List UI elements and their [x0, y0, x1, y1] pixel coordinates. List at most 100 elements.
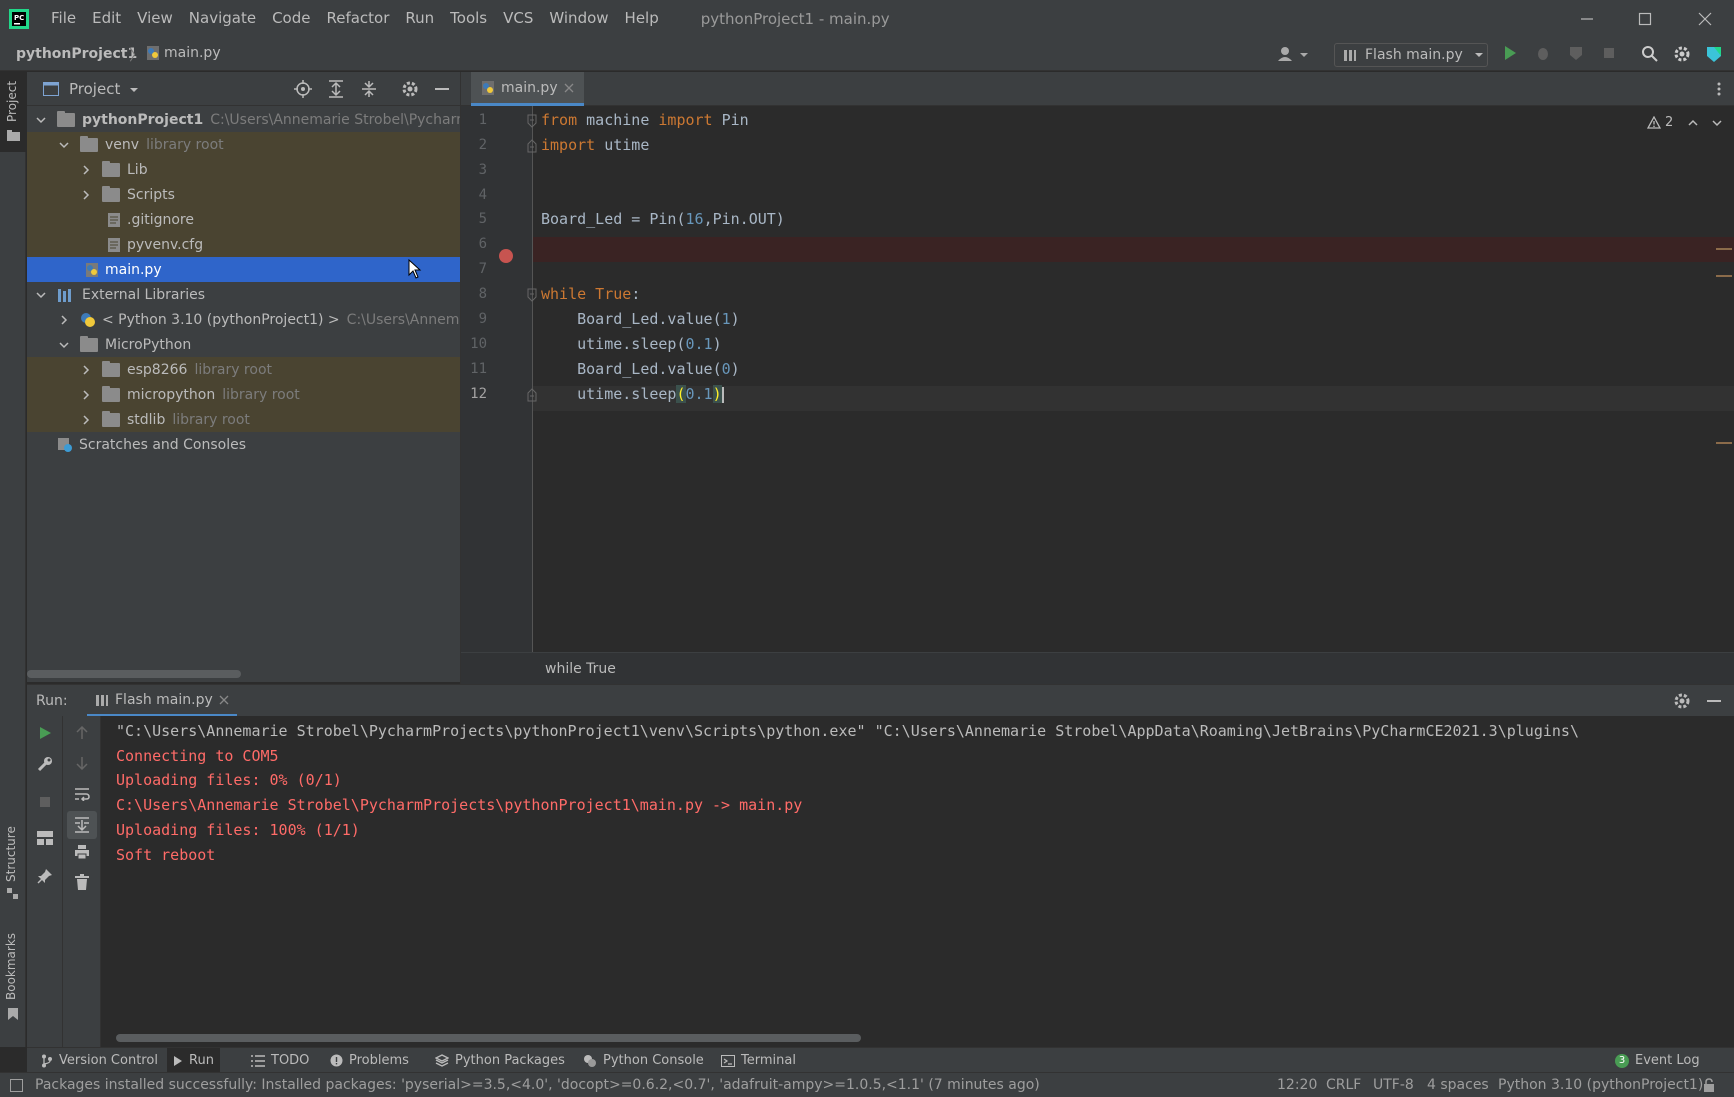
breadcrumb-project[interactable]: pythonProject1 [16, 46, 137, 62]
terminal-tool-button[interactable]: Terminal [715, 1048, 802, 1073]
menu-tools[interactable]: Tools [442, 0, 495, 37]
tree-item-scripts[interactable]: Scripts [27, 182, 460, 207]
error-stripe-mark[interactable] [1716, 248, 1732, 250]
menu-navigate[interactable]: Navigate [181, 0, 264, 37]
expand-all-icon[interactable] [327, 80, 345, 98]
close-icon[interactable] [564, 83, 574, 93]
project-horizontal-scrollbar[interactable] [27, 670, 241, 678]
gear-icon[interactable] [401, 80, 419, 98]
layout-button[interactable] [35, 828, 55, 848]
debug-button[interactable] [1535, 45, 1551, 61]
indent-setting[interactable]: 4 spaces [1427, 1077, 1489, 1093]
tree-item-pyvenv-cfg[interactable]: pyvenv.cfg [27, 232, 460, 257]
code-editor[interactable]: 1 2 3 4 5 6 7 8 9 10 11 12 from machine … [461, 106, 1734, 652]
print-button[interactable] [72, 842, 92, 862]
inspection-widget[interactable]: 2 [1647, 115, 1723, 130]
locate-file-icon[interactable] [294, 80, 312, 98]
caret-position[interactable]: 12:20 [1277, 1077, 1317, 1093]
editor-gutter[interactable]: 1 2 3 4 5 6 7 8 9 10 11 12 [461, 106, 537, 652]
console-horizontal-scrollbar[interactable] [116, 1034, 861, 1042]
tree-item-python-sdk[interactable]: < Python 3.10 (pythonProject1) > C:\User… [27, 307, 460, 332]
coverage-button[interactable] [1568, 45, 1584, 61]
menu-file[interactable]: File [43, 0, 84, 37]
version-control-tool-button[interactable]: Version Control [35, 1048, 164, 1073]
chevron-right-icon[interactable] [80, 414, 92, 426]
chevron-right-icon[interactable] [80, 189, 92, 201]
close-icon[interactable] [219, 695, 229, 705]
run-tab-flash-main[interactable]: Flash main.py [87, 685, 237, 717]
run-console-output[interactable]: "C:\Users\Annemarie Strobel\PycharmProje… [101, 716, 1734, 1047]
chevron-up-icon[interactable] [1687, 117, 1699, 129]
menu-help[interactable]: Help [617, 0, 667, 37]
tree-item-stdlib[interactable]: stdlib library root [27, 407, 460, 432]
lock-icon[interactable] [1702, 1078, 1716, 1092]
close-window-button[interactable] [1676, 0, 1734, 37]
maximize-button[interactable] [1616, 0, 1674, 37]
previous-occurrence-button[interactable] [72, 723, 92, 743]
tab-main-py[interactable]: main.py [471, 72, 584, 106]
structure-tool-button[interactable]: Structure [0, 826, 26, 902]
hide-panel-icon[interactable] [1706, 692, 1722, 710]
next-occurrence-button[interactable] [72, 753, 92, 773]
vcs-user-button[interactable] [1276, 46, 1310, 62]
tree-item-venv[interactable]: venv library root [27, 132, 460, 157]
status-message[interactable]: Packages installed successfully: Install… [35, 1077, 1040, 1093]
fold-marker-icon[interactable] [527, 288, 537, 302]
breadcrumb-while-true[interactable]: while True [545, 661, 616, 677]
run-tool-button[interactable]: Run [167, 1048, 220, 1073]
menu-run[interactable]: Run [397, 0, 442, 37]
line-separator[interactable]: CRLF [1326, 1077, 1361, 1093]
stop-button[interactable] [1601, 45, 1617, 61]
stop-button[interactable] [35, 792, 55, 812]
tree-item-main-py[interactable]: main.py [27, 257, 460, 282]
chevron-down-icon[interactable] [58, 139, 70, 151]
chevron-down-icon[interactable] [35, 289, 47, 301]
chevron-right-icon[interactable] [58, 314, 70, 326]
todo-tool-button[interactable]: TODO [245, 1048, 315, 1073]
menu-refactor[interactable]: Refactor [318, 0, 397, 37]
scroll-to-end-button[interactable] [67, 811, 97, 839]
fold-marker-icon[interactable] [527, 114, 537, 128]
chevron-down-icon[interactable] [58, 339, 70, 351]
chevron-down-icon[interactable] [1711, 117, 1723, 129]
toggle-tool-windows-icon[interactable] [10, 1079, 23, 1092]
edit-config-button[interactable] [35, 754, 55, 774]
menu-code[interactable]: Code [264, 0, 318, 37]
rerun-button[interactable] [35, 723, 55, 743]
python-interpreter[interactable]: Python 3.10 (pythonProject1) [1498, 1077, 1703, 1093]
menu-window[interactable]: Window [541, 0, 616, 37]
menu-view[interactable]: View [129, 0, 181, 37]
tree-item-micropython-lib[interactable]: micropython library root [27, 382, 460, 407]
updates-button[interactable] [1705, 45, 1723, 63]
tree-item-external-libraries[interactable]: External Libraries [27, 282, 460, 307]
file-encoding[interactable]: UTF-8 [1373, 1077, 1414, 1093]
tree-item-gitignore[interactable]: .gitignore [27, 207, 460, 232]
error-stripe-mark[interactable] [1716, 275, 1732, 277]
chevron-down-icon[interactable] [35, 114, 47, 126]
event-log-tool-button[interactable]: 3 Event Log [1609, 1048, 1706, 1073]
minimize-button[interactable] [1558, 0, 1616, 37]
tree-item-esp8266[interactable]: esp8266 library root [27, 357, 460, 382]
chevron-right-icon[interactable] [80, 164, 92, 176]
chevron-right-icon[interactable] [80, 364, 92, 376]
breakpoint-icon[interactable] [499, 249, 513, 263]
python-packages-tool-button[interactable]: Python Packages [429, 1048, 571, 1073]
chevron-down-icon[interactable] [128, 84, 140, 96]
menu-vcs[interactable]: VCS [495, 0, 541, 37]
more-options-icon[interactable] [1716, 81, 1722, 97]
collapse-all-icon[interactable] [360, 80, 378, 98]
soft-wrap-button[interactable] [72, 784, 92, 804]
breadcrumb-file[interactable]: main.py [146, 45, 221, 61]
search-everywhere-button[interactable] [1641, 45, 1659, 63]
tree-item-project-root[interactable]: pythonProject1 C:\Users\Annemarie Strobe… [27, 107, 460, 132]
menu-edit[interactable]: Edit [84, 0, 129, 37]
fold-marker-icon[interactable] [527, 388, 537, 402]
chevron-right-icon[interactable] [80, 389, 92, 401]
run-configuration-select[interactable]: Flash main.py [1334, 43, 1488, 67]
error-stripe-mark[interactable] [1716, 442, 1732, 444]
clear-all-button[interactable] [72, 872, 92, 892]
tree-item-micropython[interactable]: MicroPython [27, 332, 460, 357]
python-console-tool-button[interactable]: Python Console [577, 1048, 710, 1073]
bookmarks-tool-button[interactable]: Bookmarks [0, 932, 26, 1032]
gear-icon[interactable] [1673, 692, 1691, 710]
